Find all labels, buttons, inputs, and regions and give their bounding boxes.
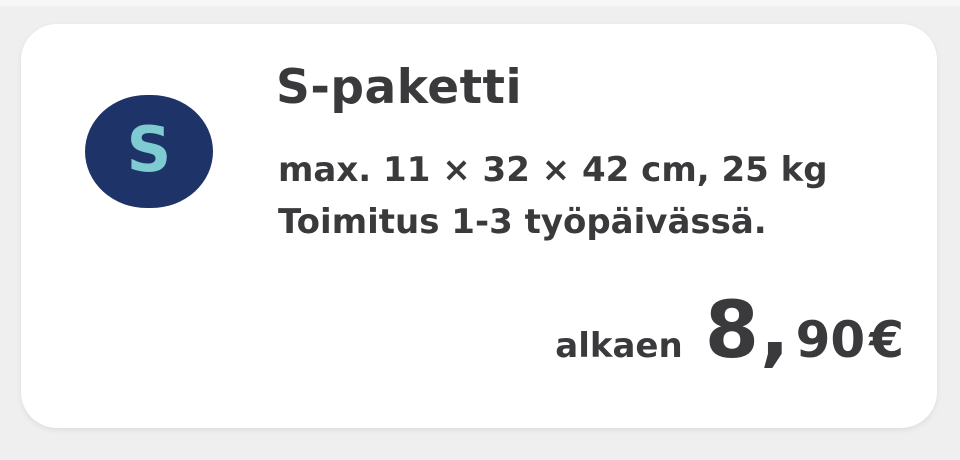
price-integer: 8 — [704, 286, 760, 376]
price-currency: € — [869, 311, 904, 369]
logo-letter: S — [126, 112, 172, 186]
previous-card-edge — [0, 0, 960, 6]
price-prefix: alkaen — [555, 326, 683, 366]
package-option-card[interactable]: S S-paketti max. 11 × 32 × 42 cm, 25 kg … — [21, 24, 937, 428]
price-decimals: 90 — [795, 311, 866, 369]
package-dimensions: max. 11 × 32 × 42 cm, 25 kg — [278, 150, 828, 190]
price: alkaen 8 , 90 € — [555, 286, 904, 376]
s-package-logo-icon: S — [85, 95, 213, 208]
package-title: S-paketti — [276, 60, 523, 115]
delivery-time: Toimitus 1-3 työpäivässä. — [278, 202, 767, 242]
price-decimal-separator: , — [759, 286, 790, 376]
